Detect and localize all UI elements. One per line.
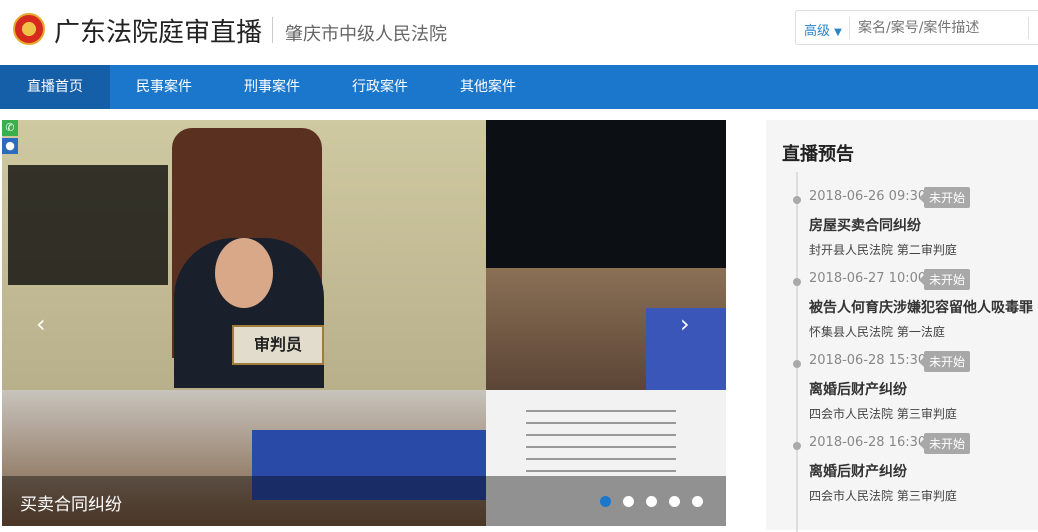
header: 广东法院庭审直播 肇庆市中级人民法院 高级 ▼ (0, 0, 1038, 65)
person-icon[interactable]: ● (2, 138, 18, 154)
search-input[interactable] (858, 16, 1018, 40)
timeline-dot (793, 278, 801, 286)
slide-caption[interactable]: 买卖合同纠纷 (20, 490, 122, 515)
schedule-title: 直播预告 (782, 144, 854, 165)
next-arrow-icon[interactable]: › (680, 310, 690, 338)
carousel-dot[interactable] (692, 496, 703, 507)
timeline-dot (793, 442, 801, 450)
nav-civil-cases[interactable]: 民事案件 (110, 65, 218, 109)
case-title[interactable]: 房屋买卖合同纠纷 (809, 215, 921, 235)
schedule-time: 2018-06-27 10:00 (809, 271, 927, 286)
nav-criminal-cases[interactable]: 刑事案件 (218, 65, 326, 109)
advanced-label: 高级 (804, 24, 831, 39)
court-emblem-logo[interactable] (13, 13, 45, 45)
search-box: 高级 ▼ (795, 10, 1038, 45)
court-room: 四会市人民法院 第三审判庭 (809, 407, 957, 421)
phone-icon[interactable]: ✆ (2, 120, 18, 136)
nav-administrative-cases[interactable]: 行政案件 (326, 65, 434, 109)
prev-arrow-icon[interactable]: ‹ (36, 310, 46, 338)
case-title[interactable]: 被告人何育庆涉嫌犯容留他人吸毒罪 (809, 297, 1033, 317)
case-info-overlay (8, 165, 168, 285)
advanced-search-dropdown[interactable]: 高级 ▼ (804, 20, 842, 39)
recording-status-panel (486, 120, 726, 268)
schedule-time: 2018-06-28 16:30 (809, 435, 927, 450)
timeline-dot (793, 360, 801, 368)
carousel-dot[interactable] (623, 496, 634, 507)
status-badge: 未开始 (918, 269, 971, 290)
status-badge: 未开始 (918, 351, 971, 372)
schedule-time: 2018-06-26 09:30 (809, 189, 927, 204)
timeline-dot (793, 196, 801, 204)
court-room: 怀集县人民法院 第一法庭 (809, 325, 945, 339)
status-badge: 未开始 (918, 433, 971, 454)
status-badge: 未开始 (918, 187, 971, 208)
carousel-dots (600, 496, 703, 507)
divider (272, 17, 273, 43)
carousel-dot[interactable] (669, 496, 680, 507)
live-schedule-panel: 直播预告 2018-06-26 09:30 未开始 房屋买卖合同纠纷 封开县人民… (766, 120, 1038, 532)
side-icons: ✆ ● (2, 120, 18, 156)
timeline-line (796, 172, 798, 532)
live-carousel[interactable]: 审判员 ✆ ● ‹ › 买卖合同纠纷 (2, 120, 726, 526)
judge-nameplate: 审判员 (232, 325, 324, 365)
divider (849, 17, 850, 39)
divider (1028, 17, 1029, 39)
caret-down-icon: ▼ (834, 27, 842, 38)
site-title[interactable]: 广东法院庭审直播 (54, 12, 262, 49)
judge-head (215, 238, 273, 308)
schedule-time: 2018-06-28 15:30 (809, 353, 927, 368)
courtroom-video-wide (486, 268, 726, 390)
court-room: 封开县人民法院 第二审判庭 (809, 243, 957, 257)
court-name: 肇庆市中级人民法院 (285, 24, 447, 45)
nav-other-cases[interactable]: 其他案件 (434, 65, 542, 109)
case-title[interactable]: 离婚后财产纠纷 (809, 379, 907, 399)
nav-home[interactable]: 直播首页 (0, 65, 110, 109)
main-nav: 直播首页 民事案件 刑事案件 行政案件 其他案件 (0, 65, 1038, 109)
court-room: 四会市人民法院 第三审判庭 (809, 489, 957, 503)
courtroom-video-main: 审判员 (2, 120, 486, 390)
carousel-dot[interactable] (600, 496, 611, 507)
case-title[interactable]: 离婚后财产纠纷 (809, 461, 907, 481)
carousel-dot[interactable] (646, 496, 657, 507)
